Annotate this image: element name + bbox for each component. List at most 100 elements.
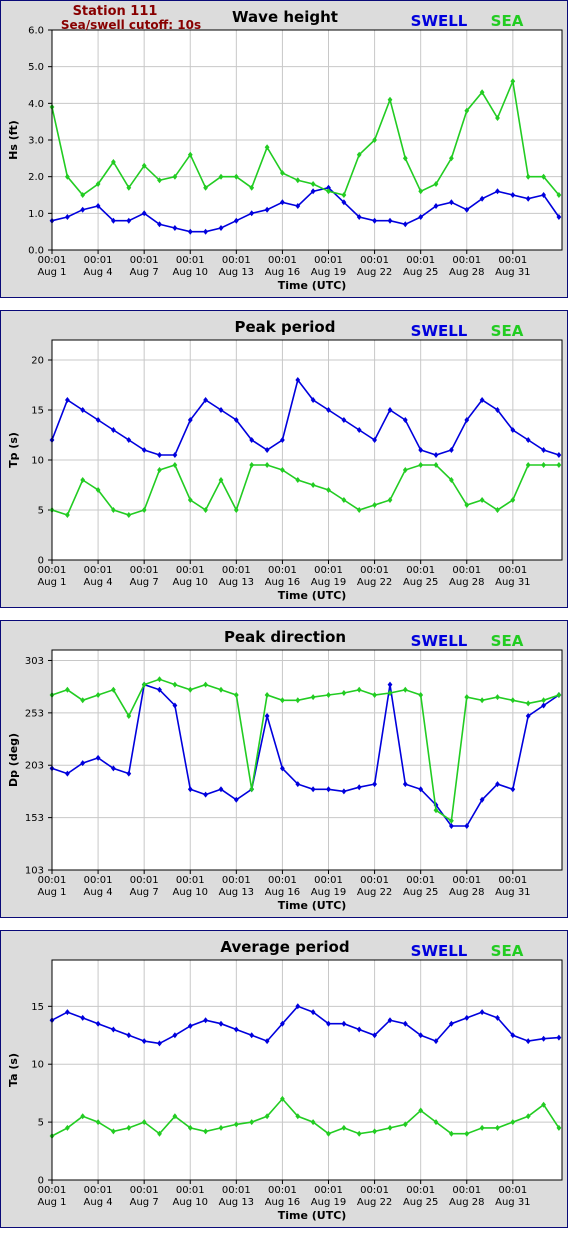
legend-swell: SWELL	[411, 12, 468, 30]
x-tick-date-label: Aug 4	[84, 1197, 113, 1208]
x-tick-time-label: 00:01	[498, 565, 527, 576]
x-tick-time-label: 00:01	[84, 565, 113, 576]
x-tick-date-label: Aug 16	[265, 1197, 300, 1208]
x-tick-date-label: Aug 13	[219, 267, 254, 278]
y-axis-label: Tp (s)	[7, 432, 20, 468]
x-tick-date-label: Aug 22	[357, 267, 392, 278]
x-tick-date-label: Aug 16	[265, 267, 300, 278]
x-tick-date-label: Aug 19	[311, 267, 346, 278]
x-tick-time-label: 00:01	[406, 1185, 435, 1196]
x-tick-date-label: Aug 1	[37, 1197, 66, 1208]
x-tick-date-label: Aug 13	[219, 887, 254, 898]
peak-period-chart: 05101520 00:01Aug 100:01Aug 400:01Aug 70…	[7, 318, 563, 602]
x-tick-date-label: Aug 16	[265, 887, 300, 898]
x-tick-time-label: 00:01	[314, 565, 343, 576]
y-tick-label: 5.0	[28, 62, 44, 73]
x-tick-date-label: Aug 4	[84, 887, 113, 898]
x-tick-date-label: Aug 19	[311, 887, 346, 898]
y-tick-label: 1.0	[28, 209, 44, 220]
x-tick-time-label: 00:01	[498, 875, 527, 886]
y-tick-label: 15	[31, 1002, 44, 1013]
x-tick-date-label: Aug 28	[449, 577, 484, 588]
x-tick-time-label: 00:01	[268, 875, 297, 886]
x-tick-time-label: 00:01	[38, 1185, 67, 1196]
legend-swell: SWELL	[411, 632, 468, 650]
y-tick-label: 15	[31, 406, 44, 417]
x-tick-date-label: Aug 28	[449, 1197, 484, 1208]
y-tick-label: 10	[31, 456, 44, 467]
x-tick-time-label: 00:01	[176, 875, 205, 886]
x-tick-time-label: 00:01	[84, 1185, 113, 1196]
peak-direction-panel: 103 153 203 253 303 00:01 Aug 1 00:01 Aug 4 00:0…	[0, 620, 568, 918]
x-tick-date-label: Aug 28	[449, 887, 484, 898]
x-tick-time-label: 00:01	[314, 1185, 343, 1196]
x-tick-date-label: Aug 22	[357, 577, 392, 588]
x-tick-date-label: Aug 31	[495, 577, 530, 588]
x-tick-date-label: Aug 10	[173, 1197, 208, 1208]
y-tick-label: 153	[25, 813, 44, 824]
x-tick-time-label: 00:01	[360, 1185, 389, 1196]
legend-sea: SEA	[491, 12, 524, 30]
peak-period-panel: 0 5 10 15 20 00:01 Aug 1 00:01 Aug 4 00:01 Aug 70…	[0, 310, 568, 608]
x-tick-date-label: Aug 1	[37, 577, 66, 588]
average-period-chart: 051015 00:01Aug 100:01Aug 400:01Aug 700:…	[7, 938, 563, 1222]
x-tick-time-label: 00:01	[130, 255, 159, 266]
legend-swell: SWELL	[411, 942, 468, 960]
x-tick-time-label: 00:01	[222, 875, 251, 886]
x-tick-date-label: Aug 16	[265, 577, 300, 588]
wave-height-panel: 0.0 1.0 2.0 3.0 4.0 5.0 6.0 00:01 Aug 1 00:01 Aug…	[0, 0, 568, 298]
x-tick-time-label: 00:01	[452, 1185, 481, 1196]
y-tick-label: 203	[25, 761, 44, 772]
legend-sea: SEA	[491, 942, 524, 960]
x-tick-time-label: 00:01	[222, 565, 251, 576]
x-tick-time-label: 00:01	[360, 255, 389, 266]
x-tick-time-label: 00:01	[360, 565, 389, 576]
x-tick-date-label: Aug 22	[357, 887, 392, 898]
x-tick-date-label: Aug 10	[173, 887, 208, 898]
x-axis-label: Time (UTC)	[278, 1209, 347, 1222]
x-tick-date-label: Aug 31	[495, 1197, 530, 1208]
legend-sea: SEA	[491, 322, 524, 340]
x-tick-time-label: 00:01	[452, 565, 481, 576]
x-tick-time-label: 00:01	[498, 255, 527, 266]
y-axis-label: Ta (s)	[7, 1053, 20, 1087]
x-tick-date-label: Aug 10	[173, 267, 208, 278]
y-tick-label: 20	[31, 356, 44, 367]
x-tick-time-label: 00:01	[38, 565, 67, 576]
y-tick-label: 4.0	[28, 99, 44, 110]
x-tick-time-label: 00:01	[406, 255, 435, 266]
x-axis-label: Time (UTC)	[278, 589, 347, 602]
x-tick-time-label: 00:01	[176, 565, 205, 576]
x-tick-date-label: Aug 31	[495, 887, 530, 898]
x-tick-date-label: Aug 1	[37, 267, 66, 278]
y-tick-label: 253	[25, 708, 44, 719]
x-tick-time-label: 00:01	[84, 255, 113, 266]
y-axis-label: Dp (deg)	[7, 733, 20, 787]
x-tick-date-label: Aug 19	[311, 1197, 346, 1208]
y-tick-label: 3.0	[28, 136, 44, 147]
peak-direction-chart: 103153203253303 00:01Aug 100:01Aug 400:0…	[7, 628, 563, 912]
chart-title: Wave height	[232, 8, 338, 26]
x-tick-date-label: Aug 1	[37, 887, 66, 898]
y-tick-label: 10	[31, 1060, 44, 1071]
plot-area	[52, 650, 562, 870]
chart-title: Peak period	[235, 318, 336, 336]
x-tick-date-label: Aug 13	[219, 1197, 254, 1208]
x-tick-time-label: 00:01	[314, 875, 343, 886]
x-tick-date-label: Aug 25	[403, 267, 438, 278]
x-tick-time-label: 00:01	[130, 875, 159, 886]
x-tick-date-label: Aug 7	[130, 887, 159, 898]
cutoff-label: Sea/swell cutoff: 10s	[61, 18, 201, 32]
y-axis-label: Hs (ft)	[7, 120, 20, 160]
x-tick-time-label: 00:01	[38, 875, 67, 886]
legend-swell: SWELL	[411, 322, 468, 340]
average-period-panel: 0 5 10 15 00:01 Aug 1 00:01 Aug 4 00:01 Aug 7 00:…	[0, 930, 568, 1228]
x-tick-date-label: Aug 25	[403, 577, 438, 588]
x-tick-date-label: Aug 13	[219, 577, 254, 588]
x-tick-time-label: 00:01	[498, 1185, 527, 1196]
y-tick-label: 303	[25, 656, 44, 667]
x-tick-date-label: Aug 7	[130, 1197, 159, 1208]
x-tick-time-label: 00:01	[84, 875, 113, 886]
station-label: Station 111	[73, 4, 158, 19]
x-tick-date-label: Aug 10	[173, 577, 208, 588]
